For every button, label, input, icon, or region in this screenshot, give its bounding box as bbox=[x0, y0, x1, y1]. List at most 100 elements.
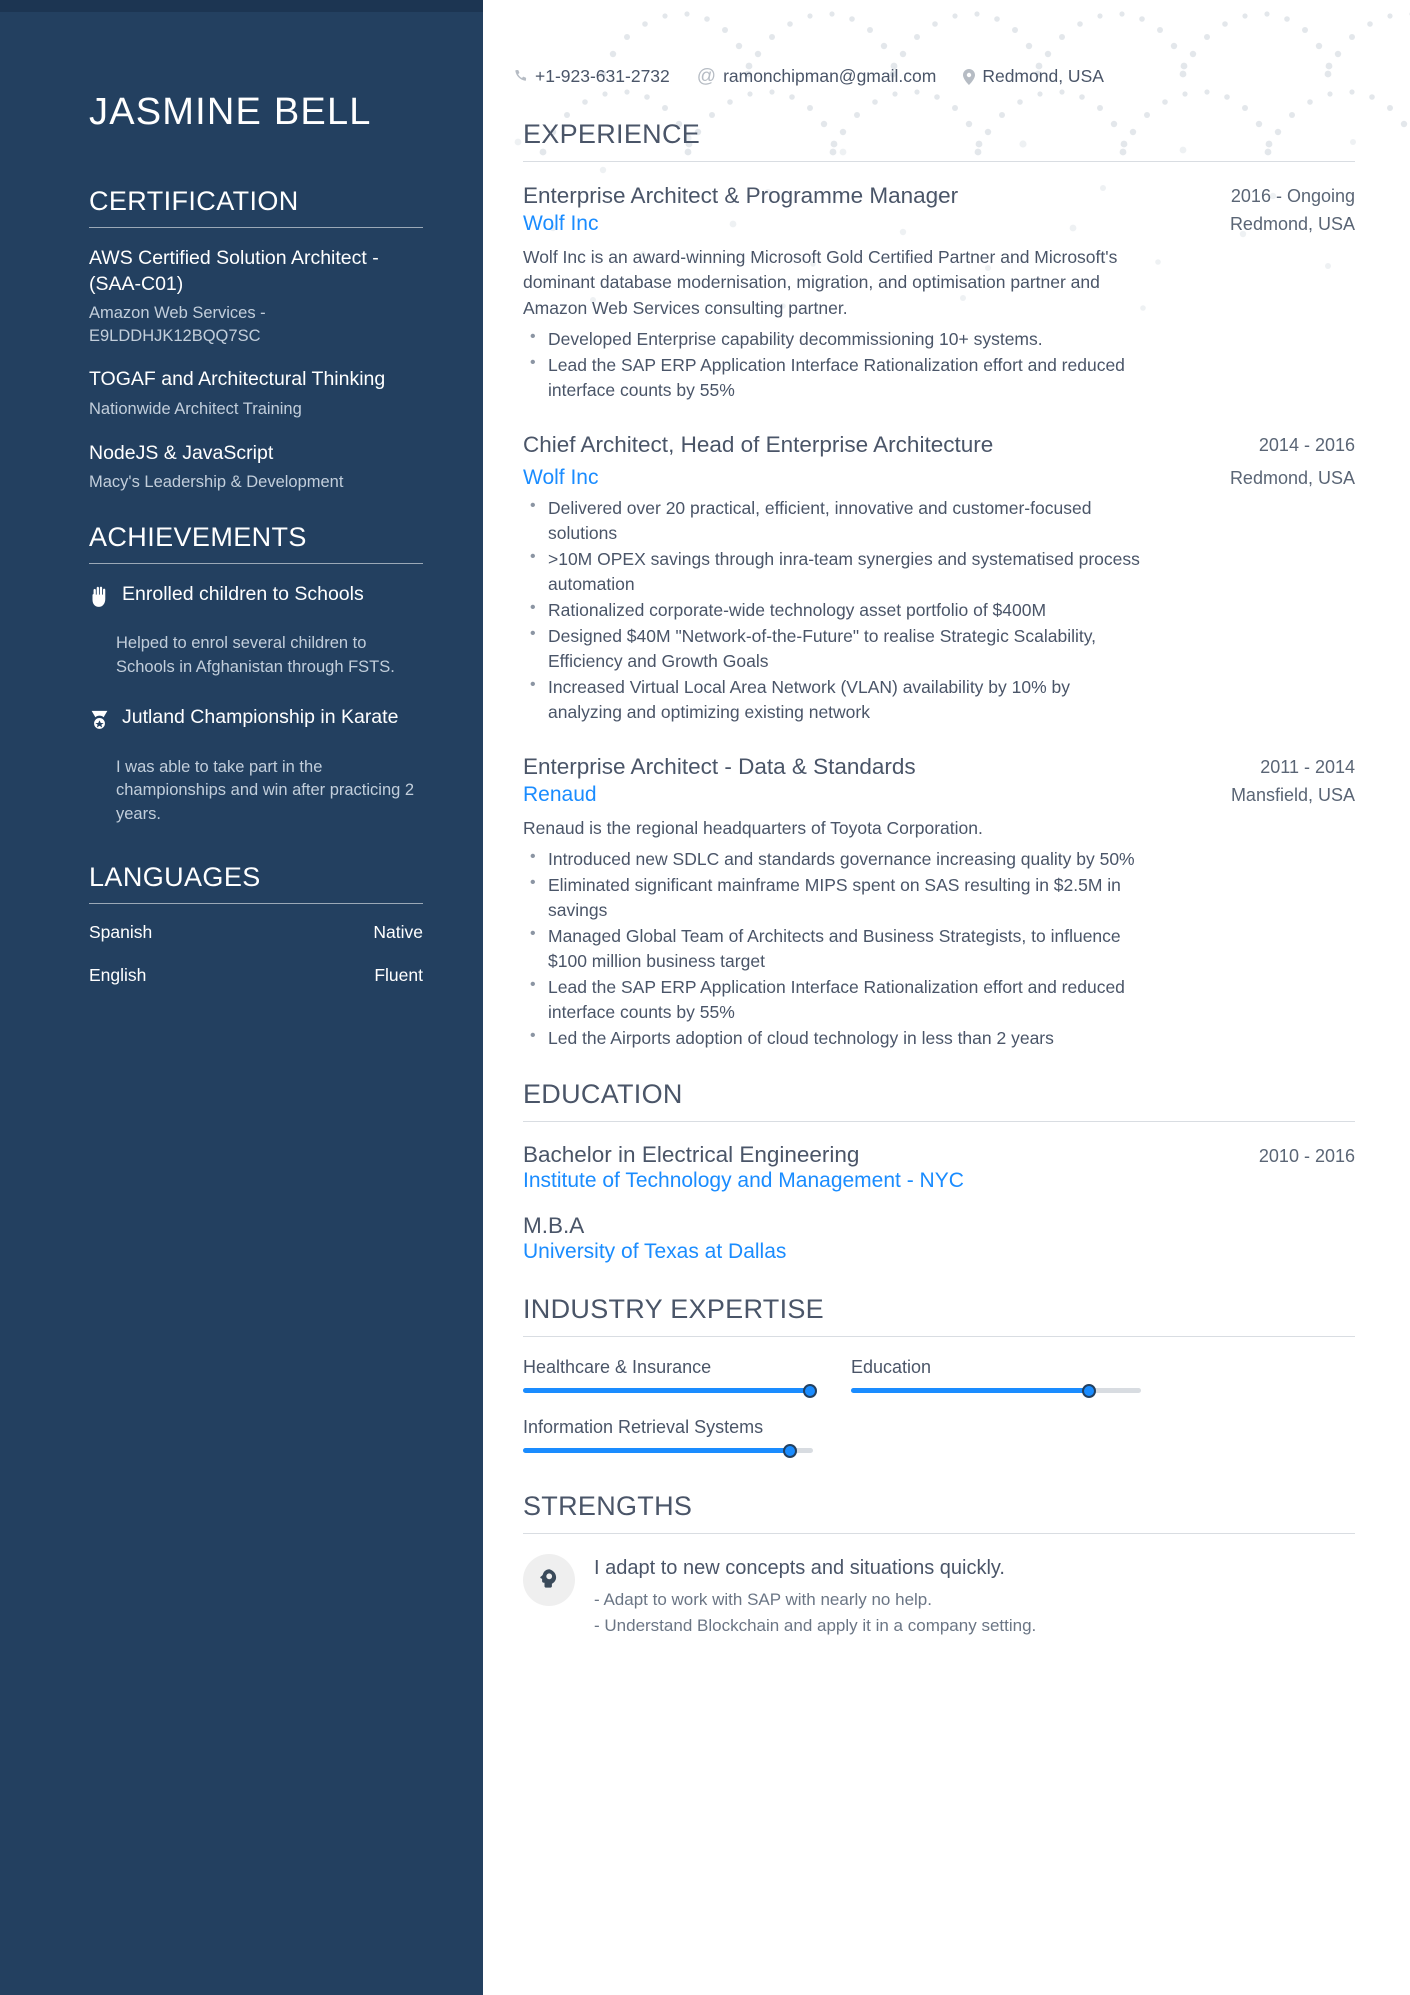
job-bullet: Managed Global Team of Architects and Bu… bbox=[523, 923, 1143, 974]
achievements-heading: ACHIEVEMENTS bbox=[89, 521, 307, 552]
achievement-item: Enrolled children to Schools bbox=[89, 582, 423, 613]
certification-item: NodeJS & JavaScript Macy's Leadership & … bbox=[89, 441, 423, 494]
strength-detail-line: - Understand Blockchain and apply it in … bbox=[594, 1615, 1037, 1635]
expertise-slider[interactable] bbox=[851, 1383, 1141, 1398]
job-date: 2014 - 2016 bbox=[1258, 434, 1355, 455]
job-bullet: Eliminated significant mainframe MIPS sp… bbox=[523, 872, 1143, 923]
map-pin-icon bbox=[963, 68, 976, 85]
certification-title: TOGAF and Architectural Thinking bbox=[89, 368, 386, 391]
expertise-slider-knob[interactable] bbox=[782, 1443, 797, 1458]
contact-email[interactable]: @ ramonchipman@gmail.com bbox=[697, 66, 937, 87]
expertise-grid: Healthcare & Insurance Education Informa… bbox=[523, 1357, 1141, 1458]
job-company[interactable]: Wolf Inc bbox=[523, 212, 598, 236]
certification-heading: CERTIFICATION bbox=[89, 186, 299, 216]
education-section: EDUCATION Bachelor in Electrical Enginee… bbox=[523, 1079, 1355, 1264]
expertise-item: Information Retrieval Systems bbox=[523, 1417, 813, 1458]
certification-issuer: Macy's Leadership & Development bbox=[89, 473, 344, 492]
achievement-item: Jutland Championship in Karate bbox=[89, 705, 423, 736]
education-school[interactable]: Institute of Technology and Management -… bbox=[523, 1169, 1355, 1193]
strength-title: I adapt to new concepts and situations q… bbox=[594, 1557, 1005, 1580]
job-bullet: Designed $40M "Network-of-the-Future" to… bbox=[523, 623, 1143, 674]
job-org-row: Renaud Mansfield, USA bbox=[523, 783, 1355, 807]
experience-heading: EXPERIENCE bbox=[523, 119, 701, 149]
education-heading: EDUCATION bbox=[523, 1079, 683, 1110]
certification-section: CERTIFICATION AWS Certified Solution Arc… bbox=[89, 186, 423, 494]
expertise-slider-knob[interactable] bbox=[803, 1383, 818, 1398]
certification-issuer: Amazon Web Services - E9LDDHJK12BQQ7SC bbox=[89, 304, 266, 345]
language-row: English Fluent bbox=[89, 965, 423, 986]
job-org-row: Wolf Inc Redmond, USA bbox=[523, 212, 1355, 236]
certification-issuer: Nationwide Architect Training bbox=[89, 400, 302, 419]
head-idea-icon bbox=[523, 1554, 575, 1607]
candidate-name: JASMINE BELL bbox=[89, 91, 372, 133]
certification-item: TOGAF and Architectural Thinking Nationw… bbox=[89, 367, 423, 420]
languages-divider bbox=[89, 903, 423, 905]
job-title: Enterprise Architect & Programme Manager bbox=[523, 183, 959, 208]
languages-section: LANGUAGES Spanish Native English Fluent bbox=[89, 862, 423, 986]
expertise-slider[interactable] bbox=[523, 1383, 818, 1398]
strengths-heading: STRENGTHS bbox=[523, 1491, 693, 1522]
education-divider bbox=[523, 1121, 1355, 1123]
job-title-row: Enterprise Architect - Data & Standards … bbox=[523, 753, 1355, 782]
job-description: Renaud is the regional headquarters of T… bbox=[523, 817, 983, 838]
medal-icon bbox=[89, 705, 122, 736]
job-bullet: Lead the SAP ERP Application Interface R… bbox=[523, 352, 1143, 403]
education-date: 2010 - 2016 bbox=[1258, 1146, 1355, 1167]
experience-item: Enterprise Architect & Programme Manager… bbox=[523, 182, 1355, 403]
main-content: +1-923-631-2732 @ ramonchipman@gmail.com… bbox=[483, 0, 1410, 1995]
education-degree: M.B.A bbox=[523, 1213, 585, 1239]
expertise-item: Education bbox=[851, 1357, 1141, 1398]
sidebar-top-strip bbox=[0, 0, 483, 12]
job-bullets: Delivered over 20 practical, efficient, … bbox=[523, 495, 1355, 725]
job-title: Chief Architect, Head of Enterprise Arch… bbox=[523, 431, 994, 457]
language-level: Fluent bbox=[374, 965, 423, 986]
job-location: Redmond, USA bbox=[1229, 467, 1355, 488]
strengths-section: STRENGTHS I adapt to new concepts and si… bbox=[523, 1491, 1355, 1638]
language-name: Spanish bbox=[89, 922, 153, 943]
strength-detail-line: - Adapt to work with SAP with nearly no … bbox=[594, 1590, 932, 1610]
job-org-row: Wolf Inc Redmond, USA bbox=[523, 466, 1355, 490]
achievement-title: Jutland Championship in Karate bbox=[122, 706, 399, 729]
strengths-divider bbox=[523, 1533, 1355, 1535]
education-degree: Bachelor in Electrical Engineering bbox=[523, 1142, 860, 1168]
sidebar: JASMINE BELL CERTIFICATION AWS Certified… bbox=[0, 0, 483, 1995]
certification-title: AWS Certified Solution Architect - (SAA-… bbox=[89, 247, 379, 295]
expertise-slider-fill bbox=[851, 1388, 1089, 1394]
language-level: Native bbox=[373, 922, 423, 943]
achievement-description: Helped to enrol several children to Scho… bbox=[116, 634, 395, 676]
expertise-label: Healthcare & Insurance bbox=[523, 1357, 712, 1378]
job-bullets: Developed Enterprise capability decommis… bbox=[523, 326, 1355, 403]
language-row: Spanish Native bbox=[89, 922, 423, 943]
achievement-title: Enrolled children to Schools bbox=[122, 582, 364, 605]
experience-item: Enterprise Architect - Data & Standards … bbox=[523, 753, 1355, 1051]
contact-bar: +1-923-631-2732 @ ramonchipman@gmail.com… bbox=[513, 0, 1355, 87]
achievement-body: Jutland Championship in Karate bbox=[122, 705, 423, 736]
resume-page: JASMINE BELL CERTIFICATION AWS Certified… bbox=[0, 0, 1410, 1995]
job-title-row: Enterprise Architect & Programme Manager… bbox=[523, 182, 1355, 211]
job-bullet: Led the Airports adoption of cloud techn… bbox=[523, 1025, 1143, 1051]
education-item: M.B.A University of Texas at Dallas bbox=[523, 1213, 1355, 1264]
certification-divider bbox=[89, 227, 423, 228]
contact-phone[interactable]: +1-923-631-2732 bbox=[513, 66, 670, 87]
education-school[interactable]: University of Texas at Dallas bbox=[523, 1240, 1355, 1264]
contact-location: Redmond, USA bbox=[963, 66, 1104, 87]
job-company[interactable]: Renaud bbox=[523, 783, 597, 807]
certification-title: NodeJS & JavaScript bbox=[89, 441, 274, 464]
phone-icon bbox=[513, 69, 528, 84]
job-bullet: Lead the SAP ERP Application Interface R… bbox=[523, 974, 1143, 1025]
job-bullet: Rationalized corporate-wide technology a… bbox=[523, 597, 1143, 623]
job-description: Wolf Inc is an award-winning Microsoft G… bbox=[523, 246, 1118, 318]
location-text: Redmond, USA bbox=[982, 66, 1104, 86]
industry-expertise-section: INDUSTRY EXPERTISE Healthcare & Insuranc… bbox=[523, 1294, 1355, 1458]
industry-expertise-heading: INDUSTRY EXPERTISE bbox=[523, 1294, 824, 1325]
job-bullet: >10M OPEX savings through inra-team syne… bbox=[523, 546, 1143, 597]
education-item: Bachelor in Electrical Engineering 2010 … bbox=[523, 1142, 1355, 1193]
expertise-slider-knob[interactable] bbox=[1081, 1383, 1096, 1398]
expertise-slider[interactable] bbox=[523, 1443, 813, 1458]
education-degree-row: M.B.A bbox=[523, 1213, 1355, 1239]
job-company[interactable]: Wolf Inc bbox=[523, 466, 598, 490]
achievement-description: I was able to take part in the champions… bbox=[116, 758, 415, 823]
job-location: Mansfield, USA bbox=[1230, 784, 1355, 805]
job-title: Enterprise Architect - Data & Standards bbox=[523, 753, 916, 779]
strength-item: I adapt to new concepts and situations q… bbox=[523, 1554, 1355, 1638]
